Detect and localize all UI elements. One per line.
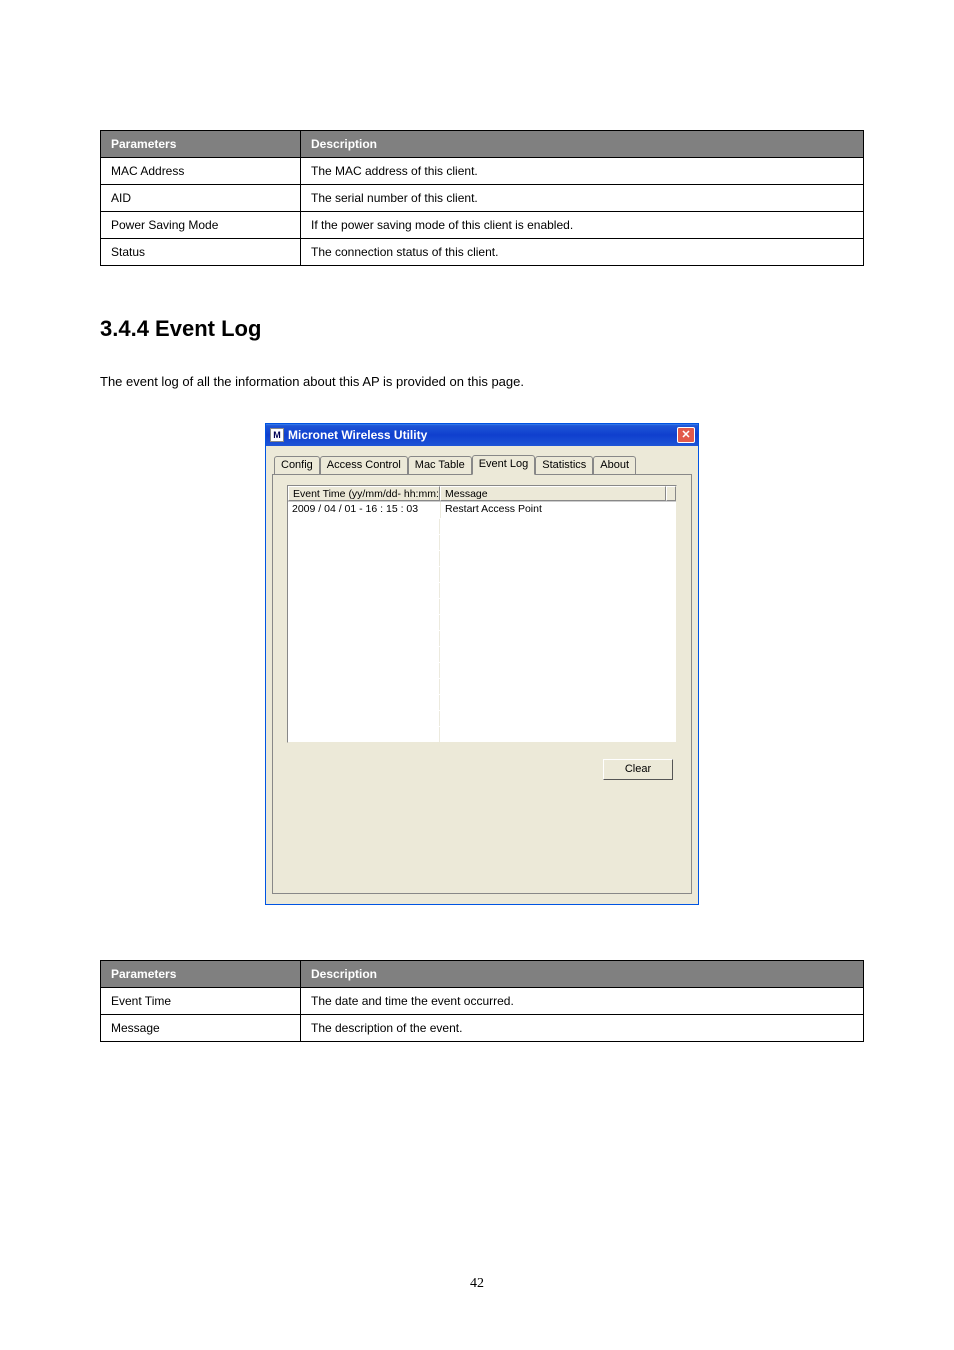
col-header-message[interactable]: Message xyxy=(440,486,666,501)
app-icon: M xyxy=(270,428,284,442)
th-parameters: Parameters xyxy=(101,960,301,987)
param-name: Status xyxy=(101,239,301,266)
tab-mac-table[interactable]: Mac Table xyxy=(408,456,472,476)
table-row: Status The connection status of this cli… xyxy=(101,239,864,266)
clear-button[interactable]: Clear xyxy=(603,759,673,780)
title-bar: M Micronet Wireless Utility ✕ xyxy=(266,424,698,446)
tab-strip: Config Access Control Mac Table Event Lo… xyxy=(272,454,692,474)
table-row: MAC Address The MAC address of this clie… xyxy=(101,158,864,185)
parameters-table-bottom: Parameters Description Event Time The da… xyxy=(100,960,864,1042)
table-row: Event Time The date and time the event o… xyxy=(101,987,864,1014)
param-desc: The connection status of this client. xyxy=(301,239,864,266)
table-row: Power Saving Mode If the power saving mo… xyxy=(101,212,864,239)
tab-config[interactable]: Config xyxy=(274,456,320,476)
event-log-list[interactable]: Event Time (yy/mm/dd- hh:mm:ss) Message … xyxy=(287,485,677,743)
param-name: Event Time xyxy=(101,987,301,1014)
param-desc: The serial number of this client. xyxy=(301,185,864,212)
th-description: Description xyxy=(301,960,864,987)
event-rows: 2009 / 04 / 01 - 16 : 15 : 03 Restart Ac… xyxy=(288,502,676,742)
col-header-time[interactable]: Event Time (yy/mm/dd- hh:mm:ss) xyxy=(288,486,440,501)
param-name: Message xyxy=(101,1014,301,1041)
param-desc: The date and time the event occurred. xyxy=(301,987,864,1014)
window-title: Micronet Wireless Utility xyxy=(288,428,427,442)
tab-body: Event Time (yy/mm/dd- hh:mm:ss) Message … xyxy=(272,474,692,894)
client-area: Config Access Control Mac Table Event Lo… xyxy=(266,446,698,904)
event-time: 2009 / 04 / 01 - 16 : 15 : 03 xyxy=(288,502,440,518)
event-row[interactable]: 2009 / 04 / 01 - 16 : 15 : 03 Restart Ac… xyxy=(288,502,676,518)
event-message: Restart Access Point xyxy=(440,502,676,518)
param-desc: The description of the event. xyxy=(301,1014,864,1041)
close-icon[interactable]: ✕ xyxy=(677,427,695,443)
parameters-table-top: Parameters Description MAC Address The M… xyxy=(100,130,864,266)
section-heading: 3.4.4 Event Log xyxy=(100,316,864,342)
param-name: MAC Address xyxy=(101,158,301,185)
section-description: The event log of all the information abo… xyxy=(100,372,864,393)
th-description: Description xyxy=(301,131,864,158)
tab-access-control[interactable]: Access Control xyxy=(320,456,408,476)
param-name: AID xyxy=(101,185,301,212)
event-log-header: Event Time (yy/mm/dd- hh:mm:ss) Message xyxy=(288,486,676,502)
utility-window: M Micronet Wireless Utility ✕ Config Acc… xyxy=(265,423,699,905)
param-name: Power Saving Mode xyxy=(101,212,301,239)
param-desc: The MAC address of this client. xyxy=(301,158,864,185)
page-number: 42 xyxy=(0,1276,954,1292)
tab-statistics[interactable]: Statistics xyxy=(535,456,593,476)
col-header-stub xyxy=(666,486,676,501)
tab-about[interactable]: About xyxy=(593,456,636,476)
table-row: Message The description of the event. xyxy=(101,1014,864,1041)
tab-event-log[interactable]: Event Log xyxy=(472,455,536,475)
th-parameters: Parameters xyxy=(101,131,301,158)
param-desc: If the power saving mode of this client … xyxy=(301,212,864,239)
table-row: AID The serial number of this client. xyxy=(101,185,864,212)
